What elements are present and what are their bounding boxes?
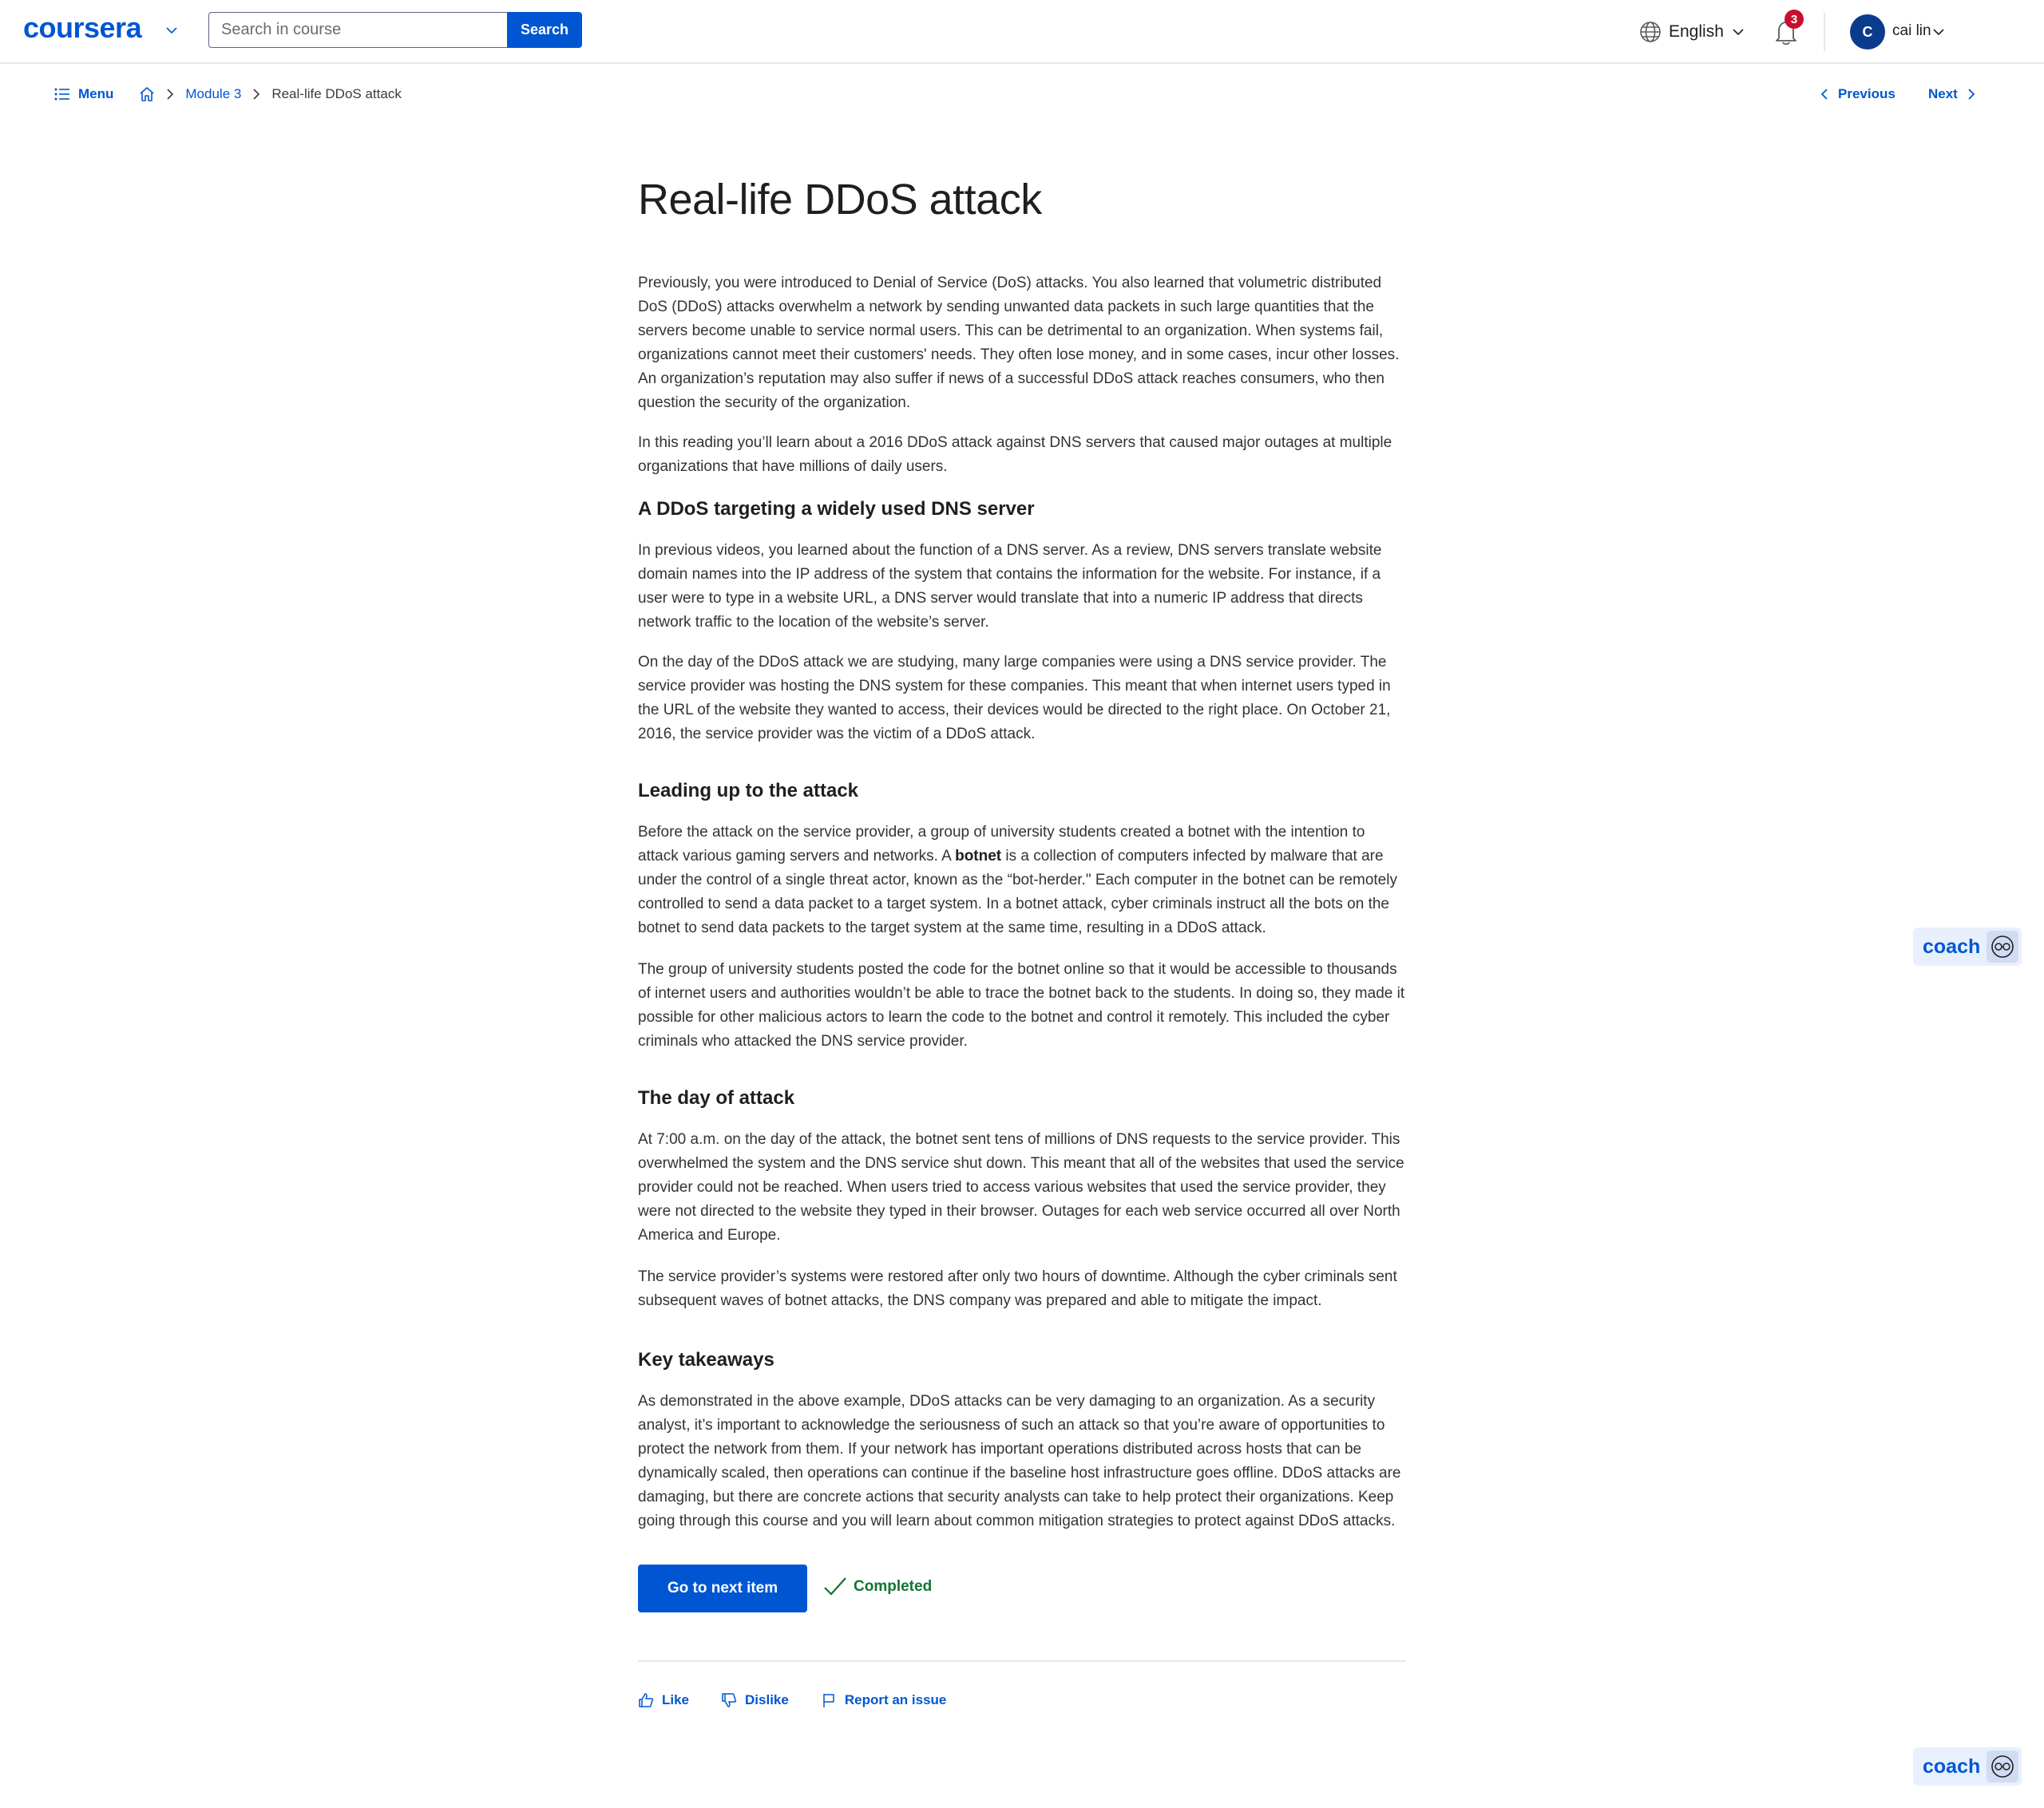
like-button[interactable]: Like bbox=[638, 1692, 689, 1708]
section-paragraph: As demonstrated in the above example, DD… bbox=[638, 1393, 1401, 1529]
section-heading: Key takeaways bbox=[638, 1349, 774, 1371]
search-button[interactable]: Search bbox=[507, 12, 582, 48]
language-label: English bbox=[1669, 22, 1724, 41]
flag-icon bbox=[823, 1694, 834, 1707]
previous-label: Previous bbox=[1838, 86, 1895, 101]
section-heading: Leading up to the attack bbox=[638, 780, 859, 801]
chevron-right-icon bbox=[253, 89, 260, 100]
completed-status: Completed bbox=[823, 1577, 932, 1597]
chevron-down-icon[interactable] bbox=[1931, 24, 1947, 40]
coach-widget[interactable]: coach bbox=[1913, 928, 2022, 966]
search-input[interactable] bbox=[208, 12, 507, 48]
intro-paragraph: Previously, you were introduced to Denia… bbox=[638, 275, 1400, 411]
breadcrumb-current: Real-life DDoS attack bbox=[271, 86, 402, 101]
report-issue-label: Report an issue bbox=[844, 1692, 947, 1707]
coach-glasses-icon bbox=[1987, 1751, 2018, 1782]
home-icon[interactable] bbox=[139, 86, 155, 102]
botnet-term: botnet bbox=[955, 848, 1002, 864]
section-heading: The day of attack bbox=[638, 1087, 795, 1109]
intro-paragraph: In this reading you’ll learn about a 201… bbox=[638, 434, 1392, 475]
header-divider bbox=[1824, 13, 1825, 51]
section-paragraph: Before the attack on the service provide… bbox=[638, 824, 1397, 936]
section-paragraph: On the day of the DDoS attack we are stu… bbox=[638, 654, 1391, 742]
section-heading: A DDoS targeting a widely used DNS serve… bbox=[638, 498, 1035, 520]
menu-button[interactable]: Menu bbox=[54, 86, 113, 102]
thumbs-down-icon bbox=[722, 1693, 737, 1707]
page-title: Real-life DDoS attack bbox=[638, 176, 1042, 224]
globe-icon bbox=[1640, 22, 1661, 42]
coursera-logo[interactable]: coursera bbox=[23, 11, 142, 45]
checkmark-icon bbox=[824, 1577, 846, 1596]
thumbs-up-icon bbox=[639, 1693, 654, 1707]
dislike-button[interactable]: Dislike bbox=[721, 1692, 789, 1708]
next-label: Next bbox=[1928, 86, 1958, 101]
chevron-down-icon bbox=[1733, 29, 1744, 36]
section-paragraph: The group of university students posted … bbox=[638, 961, 1405, 1050]
menu-label: Menu bbox=[78, 86, 114, 101]
report-issue-button[interactable]: Report an issue bbox=[821, 1692, 947, 1708]
language-selector[interactable]: English bbox=[1638, 18, 1746, 46]
section-paragraph: The service provider’s systems were rest… bbox=[638, 1268, 1397, 1309]
breadcrumb: Menu Module 3 Real-life DDoS attack bbox=[54, 83, 402, 105]
like-label: Like bbox=[662, 1692, 690, 1707]
chevron-right-icon bbox=[1968, 89, 1975, 100]
list-menu-icon bbox=[54, 88, 69, 101]
user-name[interactable]: cai lin bbox=[1892, 22, 1931, 40]
chevron-down-icon[interactable] bbox=[164, 22, 180, 38]
previous-button[interactable]: Previous bbox=[1819, 83, 1895, 105]
coach-glasses-icon bbox=[1987, 931, 2018, 963]
feedback-actions: Like Dislike Report an issue bbox=[638, 1692, 978, 1708]
coach-label: coach bbox=[1923, 935, 1981, 958]
avatar[interactable]: C bbox=[1850, 14, 1885, 49]
breadcrumb-module-link[interactable]: Module 3 bbox=[185, 86, 241, 102]
top-navigation-bar: coursera Search English 3 C cai lin bbox=[0, 0, 2044, 64]
dislike-label: Dislike bbox=[745, 1692, 789, 1707]
coach-widget[interactable]: coach bbox=[1913, 1747, 2022, 1786]
next-button[interactable]: Next bbox=[1928, 83, 1977, 105]
completed-label: Completed bbox=[854, 1578, 933, 1595]
chevron-left-icon bbox=[1820, 89, 1828, 100]
go-to-next-item-button[interactable]: Go to next item bbox=[638, 1565, 807, 1612]
notification-count-badge: 3 bbox=[1785, 10, 1804, 29]
divider bbox=[638, 1660, 1406, 1662]
coach-label: coach bbox=[1923, 1755, 1981, 1778]
section-paragraph: In previous videos, you learned about th… bbox=[638, 542, 1382, 631]
chevron-right-icon bbox=[167, 89, 174, 100]
section-paragraph: At 7:00 a.m. on the day of the attack, t… bbox=[638, 1131, 1404, 1244]
